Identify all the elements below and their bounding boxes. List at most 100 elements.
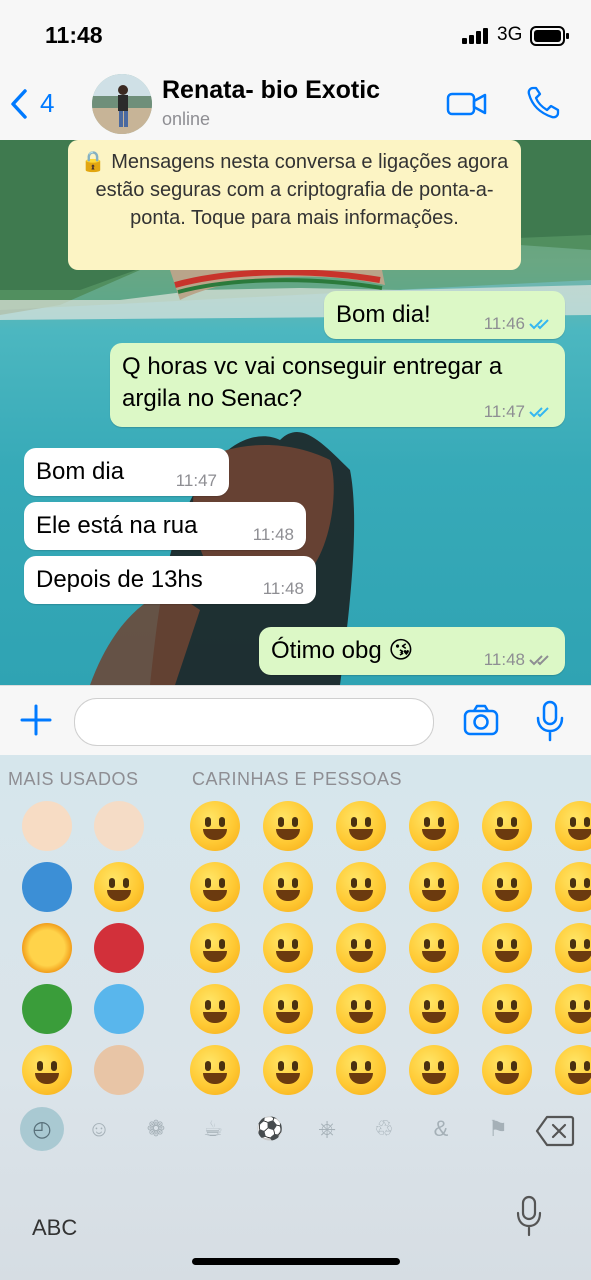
message-time: 11:48 <box>262 579 304 598</box>
emoji-keyboard: MAIS USADOS CARINHAS E PESSOAS ABC ◴ ☺ ❁ ☕ ⚽… <box>0 755 591 1280</box>
sun-with-face-emoji-icon[interactable] <box>22 923 72 973</box>
message-text: Depois de 13hs <box>36 566 203 593</box>
tab-flags-icon[interactable]: ⚑ <box>480 1111 516 1147</box>
network-type: 3G <box>497 24 523 45</box>
dancer-emoji-icon[interactable] <box>94 923 144 973</box>
backspace-icon[interactable] <box>535 1115 575 1147</box>
message-time: 11:47 <box>483 402 525 421</box>
facepalm-emoji-icon[interactable] <box>94 1045 144 1095</box>
smiley-emoji-icon[interactable] <box>555 923 591 973</box>
smiley-emoji-icon[interactable] <box>409 984 459 1034</box>
delivered-receipt-icon <box>529 655 549 666</box>
chat-header: 4 Renata- bio Exotic online <box>0 70 591 141</box>
smiley-emoji-icon[interactable] <box>336 801 386 851</box>
smiley-emoji-icon[interactable] <box>409 862 459 912</box>
section-label-frequent: MAIS USADOS <box>8 769 139 789</box>
message-bubble-outgoing[interactable]: Ótimo obg 😘 11:48 <box>259 627 565 675</box>
plus-icon[interactable] <box>18 702 54 738</box>
smiley-emoji-icon[interactable] <box>190 801 240 851</box>
smiley-emoji-icon[interactable] <box>409 1045 459 1095</box>
message-input-bar <box>0 685 591 756</box>
microphone-icon[interactable] <box>535 700 565 742</box>
message-meta: 11:47 <box>176 472 217 490</box>
contact-name[interactable]: Renata- bio Exotic <box>162 76 380 105</box>
smiley-emoji-icon[interactable] <box>336 923 386 973</box>
message-bubble-outgoing[interactable]: Bom dia! 11:46 <box>324 291 565 339</box>
smiley-emoji-icon[interactable] <box>482 923 532 973</box>
message-text: Ótimo obg 😘 <box>271 637 414 664</box>
tab-objects-icon[interactable]: ♲ <box>366 1111 402 1147</box>
read-receipt-icon <box>529 407 549 418</box>
droplet-emoji-icon[interactable] <box>94 984 144 1034</box>
tab-symbols-icon[interactable]: & <box>423 1111 459 1147</box>
message-meta: 11:47 <box>484 403 553 421</box>
smiley-emoji-icon[interactable] <box>263 801 313 851</box>
contact-status: online <box>162 109 211 129</box>
dictation-mic-icon[interactable] <box>515 1195 543 1237</box>
battery-icon <box>530 26 569 46</box>
smiley-emoji-icon[interactable] <box>482 1045 532 1095</box>
smiley-emoji-icon[interactable] <box>409 801 459 851</box>
ok-hand-emoji-icon[interactable] <box>22 801 72 851</box>
chevron-left-icon <box>11 88 27 119</box>
camera-icon[interactable] <box>463 704 499 736</box>
smiley-emoji-icon[interactable] <box>482 801 532 851</box>
avatar[interactable] <box>92 74 152 134</box>
smiley-emoji-icon[interactable] <box>190 1045 240 1095</box>
smiling-face-emoji-icon[interactable] <box>94 862 144 912</box>
message-bubble-incoming[interactable]: Bom dia 11:47 <box>24 448 229 496</box>
home-indicator[interactable] <box>192 1258 400 1265</box>
message-meta: 11:48 <box>263 580 304 598</box>
tab-smileys-icon[interactable]: ☺ <box>81 1111 117 1147</box>
message-bubble-outgoing[interactable]: Q horas vc vai conseguir entregar a argi… <box>110 343 565 427</box>
message-bubble-incoming[interactable]: Ele está na rua 11:48 <box>24 502 306 550</box>
phone-call-icon[interactable] <box>525 85 561 121</box>
smiley-emoji-icon[interactable] <box>336 984 386 1034</box>
smiley-emoji-icon[interactable] <box>263 862 313 912</box>
message-bubble-incoming[interactable]: Depois de 13hs 11:48 <box>24 556 316 604</box>
smiley-emoji-icon[interactable] <box>409 923 459 973</box>
message-time: 11:46 <box>483 314 525 333</box>
message-input[interactable] <box>74 698 434 746</box>
message-time: 11:47 <box>175 471 217 490</box>
chat-area[interactable]: 🔒 Mensagens nesta conversa e ligações ag… <box>0 140 591 685</box>
smiley-emoji-icon[interactable] <box>263 1045 313 1095</box>
smiley-emoji-icon[interactable] <box>482 862 532 912</box>
smiley-emoji-icon[interactable] <box>555 1045 591 1095</box>
smiley-emoji-icon[interactable] <box>555 984 591 1034</box>
status-bar: 11:48 3G <box>0 0 591 70</box>
tab-animals-icon[interactable]: ❁ <box>138 1111 174 1147</box>
message-meta: 11:48 <box>484 651 553 669</box>
smiley-emoji-icon[interactable] <box>555 801 591 851</box>
message-text: Bom dia! <box>336 301 431 328</box>
tab-recent-icon[interactable]: ◴ <box>20 1107 64 1151</box>
message-text: Ele está na rua <box>36 512 198 539</box>
smiley-emoji-icon[interactable] <box>336 862 386 912</box>
message-text: Bom dia <box>36 458 125 485</box>
back-button[interactable]: 4 <box>10 88 54 119</box>
tab-activity-icon[interactable]: ⚽ <box>252 1111 288 1147</box>
eye-roll-emoji-icon[interactable] <box>22 1045 72 1095</box>
encryption-notice[interactable]: 🔒 Mensagens nesta conversa e ligações ag… <box>68 140 521 270</box>
smiley-emoji-icon[interactable] <box>190 984 240 1034</box>
smiley-emoji-icon[interactable] <box>555 862 591 912</box>
shamrock-emoji-icon[interactable] <box>22 984 72 1034</box>
abc-key[interactable]: ABC <box>32 1215 77 1241</box>
message-meta: 11:48 <box>253 526 294 544</box>
dolphin-emoji-icon[interactable] <box>22 862 72 912</box>
smiley-emoji-icon[interactable] <box>263 984 313 1034</box>
video-call-icon[interactable] <box>446 90 488 118</box>
message-time: 11:48 <box>483 650 525 669</box>
section-label-smileys: CARINHAS E PESSOAS <box>192 769 403 789</box>
tab-food-icon[interactable]: ☕ <box>195 1111 231 1147</box>
smiley-emoji-icon[interactable] <box>190 862 240 912</box>
signal-icon <box>462 28 488 44</box>
smiley-emoji-icon[interactable] <box>190 923 240 973</box>
message-meta: 11:46 <box>484 315 553 333</box>
smiley-emoji-icon[interactable] <box>336 1045 386 1095</box>
raising-hands-emoji-icon[interactable] <box>94 801 144 851</box>
smiley-emoji-icon[interactable] <box>263 923 313 973</box>
read-receipt-icon <box>529 319 549 330</box>
smiley-emoji-icon[interactable] <box>482 984 532 1034</box>
tab-travel-icon[interactable]: ⎈ <box>309 1111 345 1147</box>
